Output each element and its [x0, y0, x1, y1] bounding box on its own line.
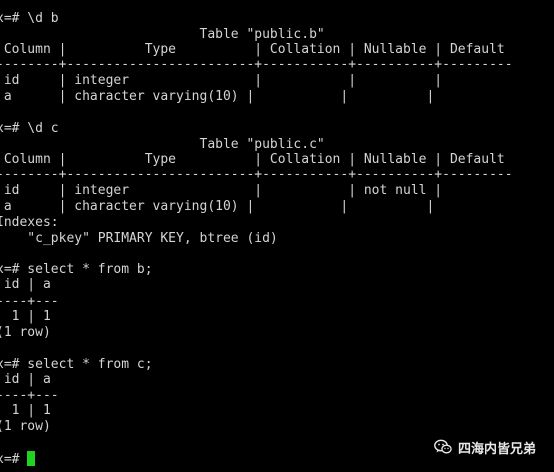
terminal-line: (1 row) [0, 419, 51, 434]
text-cursor [27, 451, 36, 466]
watermark-text: 四海内皆兄弟 [458, 441, 537, 457]
terminal-line: a | character varying(10) | | | [0, 199, 435, 214]
terminal-line: ----+--- [0, 388, 59, 403]
terminal-line: ----+--- [0, 294, 59, 309]
prompt-line[interactable]: x=# [0, 451, 36, 467]
terminal-line: x=# select * from b; [0, 262, 153, 277]
wechat-icon [434, 439, 452, 455]
terminal-window[interactable]: x=# \d b Table "public.b" Column | Type … [0, 0, 554, 472]
watermark: 四海内皆兄弟 [434, 437, 536, 457]
terminal-line: x=# \d b [0, 11, 59, 26]
terminal-line: a | character varying(10) | | | [0, 89, 435, 104]
terminal-line: x=# select * from c; [0, 357, 153, 372]
terminal-line: Table "public.c" [0, 137, 325, 152]
terminal-line: "c_pkey" PRIMARY KEY, btree (id) [0, 231, 278, 246]
terminal-line: 1 | 1 [0, 309, 51, 324]
terminal-line: Indexes: [0, 215, 59, 230]
terminal-line: --------+------------------------+------… [0, 167, 513, 182]
terminal-line: id | a [0, 277, 51, 292]
terminal-line: 1 | 1 [0, 403, 51, 418]
terminal-line: x=# \d c [0, 121, 59, 136]
terminal-line: id | a [0, 372, 51, 387]
terminal-line: Column | Type | Collation | Nullable | D… [0, 42, 505, 57]
terminal-line: id | integer | | | [0, 73, 443, 88]
terminal-line: id | integer | | not null | [0, 183, 443, 198]
terminal-line: --------+------------------------+------… [0, 57, 513, 72]
terminal-line: Column | Type | Collation | Nullable | D… [0, 152, 505, 167]
prompt-text: x=# [0, 452, 20, 467]
terminal-line: (1 row) [0, 325, 51, 340]
terminal-line: Table "public.b" [0, 27, 325, 42]
